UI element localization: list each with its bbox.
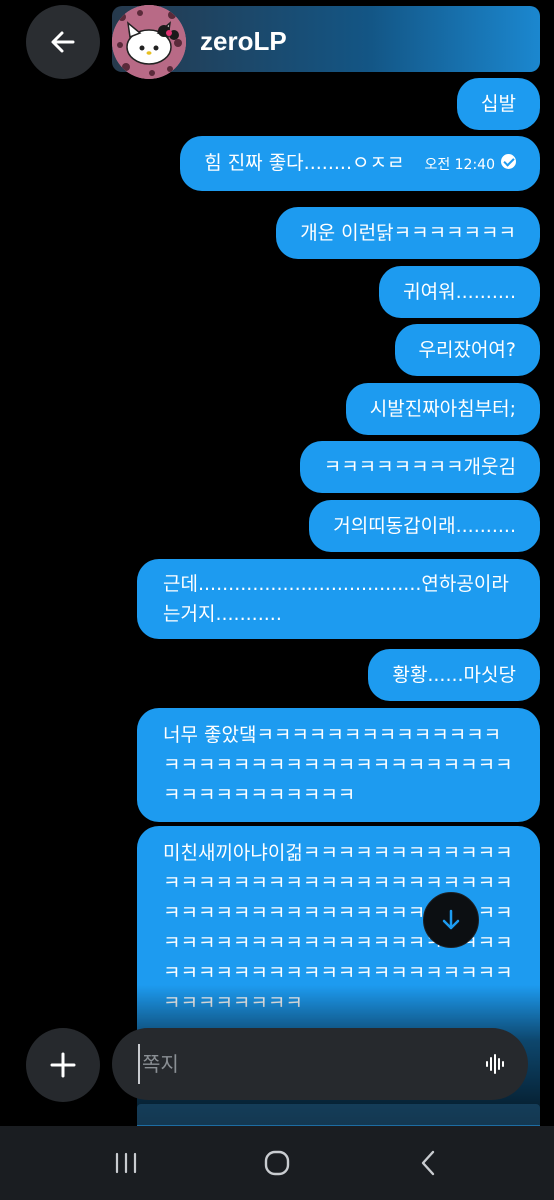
back-chevron-icon [422, 1150, 435, 1176]
conversation-header: zeroLP [0, 0, 554, 82]
message-bubble[interactable]: ㅋㅋㅋㅋㅋㅋㅋㅋ개웃김 [299, 441, 540, 493]
message-bubble[interactable]: 너무 좋았댘ㅋㅋㅋㅋㅋㅋㅋㅋㅋㅋㅋㅋㅋㅋㅋㅋㅋㅋㅋㅋㅋㅋㅋㅋㅋㅋㅋㅋㅋㅋㅋㅋㅋㅋ… [137, 708, 540, 822]
message-text: 개운 이런닭ㅋㅋㅋㅋㅋㅋㅋ [300, 222, 516, 244]
message-bubble[interactable]: 거의띠동갑이래.......... [309, 500, 540, 552]
plus-icon [50, 1052, 76, 1078]
hello-kitty-avatar [112, 5, 186, 79]
add-media-button[interactable] [26, 1028, 100, 1102]
message-bubble-peek [137, 1104, 540, 1126]
home-button[interactable] [247, 1138, 307, 1188]
check-circle-icon [501, 154, 516, 169]
message-bubble[interactable]: 개운 이런닭ㅋㅋㅋㅋㅋㅋㅋ [276, 207, 540, 259]
message-composer [112, 1028, 528, 1100]
message-text: 거의띠동갑이래.......... [333, 515, 516, 537]
message-text: 너무 좋았댘ㅋㅋㅋㅋㅋㅋㅋㅋㅋㅋㅋㅋㅋㅋㅋㅋㅋㅋㅋㅋㅋㅋㅋㅋㅋㅋㅋㅋㅋㅋㅋㅋㅋㅋ… [163, 724, 513, 806]
message-bubble[interactable]: 힘 진짜 좋다........ㅇㅈㄹ 오전 12:40 [180, 136, 540, 191]
username[interactable]: zeroLP [200, 26, 287, 57]
message-text: 귀여워.......... [403, 281, 516, 303]
message-time: 오전 12:40 [424, 157, 495, 173]
message-text: 힘 진짜 좋다........ㅇㅈㄹ [204, 152, 405, 174]
message-text: 근데.....................................연… [163, 573, 509, 625]
voice-waveform-icon[interactable] [484, 1053, 506, 1075]
message-bubble[interactable]: 십발 [457, 78, 540, 130]
message-text: 시발진짜아침부터; [369, 398, 516, 420]
message-bubble[interactable]: 우리잤어여? [394, 324, 540, 376]
arrow-left-icon [51, 31, 75, 53]
message-text: 십발 [481, 93, 516, 115]
message-text: 우리잤어여? [418, 339, 517, 361]
recents-icon [115, 1152, 136, 1174]
home-icon [264, 1150, 290, 1176]
recents-button[interactable] [96, 1138, 156, 1188]
message-bubble[interactable]: 근데.....................................연… [137, 559, 540, 639]
avatar[interactable] [112, 5, 186, 79]
nav-back-button[interactable] [398, 1138, 458, 1188]
arrow-down-icon [442, 909, 460, 930]
system-navigation-bar [0, 1126, 554, 1200]
back-button[interactable] [26, 5, 100, 79]
scroll-to-bottom-button[interactable] [423, 892, 479, 948]
message-bubble[interactable]: 황황......마싯당 [368, 649, 540, 701]
message-bubble[interactable]: 시발진짜아침부터; [345, 383, 540, 435]
message-bubble[interactable]: 귀여워.......... [379, 266, 540, 318]
message-text: 황황......마싯당 [392, 664, 516, 686]
message-text: ㅋㅋㅋㅋㅋㅋㅋㅋ개웃김 [323, 456, 516, 478]
message-input[interactable] [138, 1044, 484, 1084]
